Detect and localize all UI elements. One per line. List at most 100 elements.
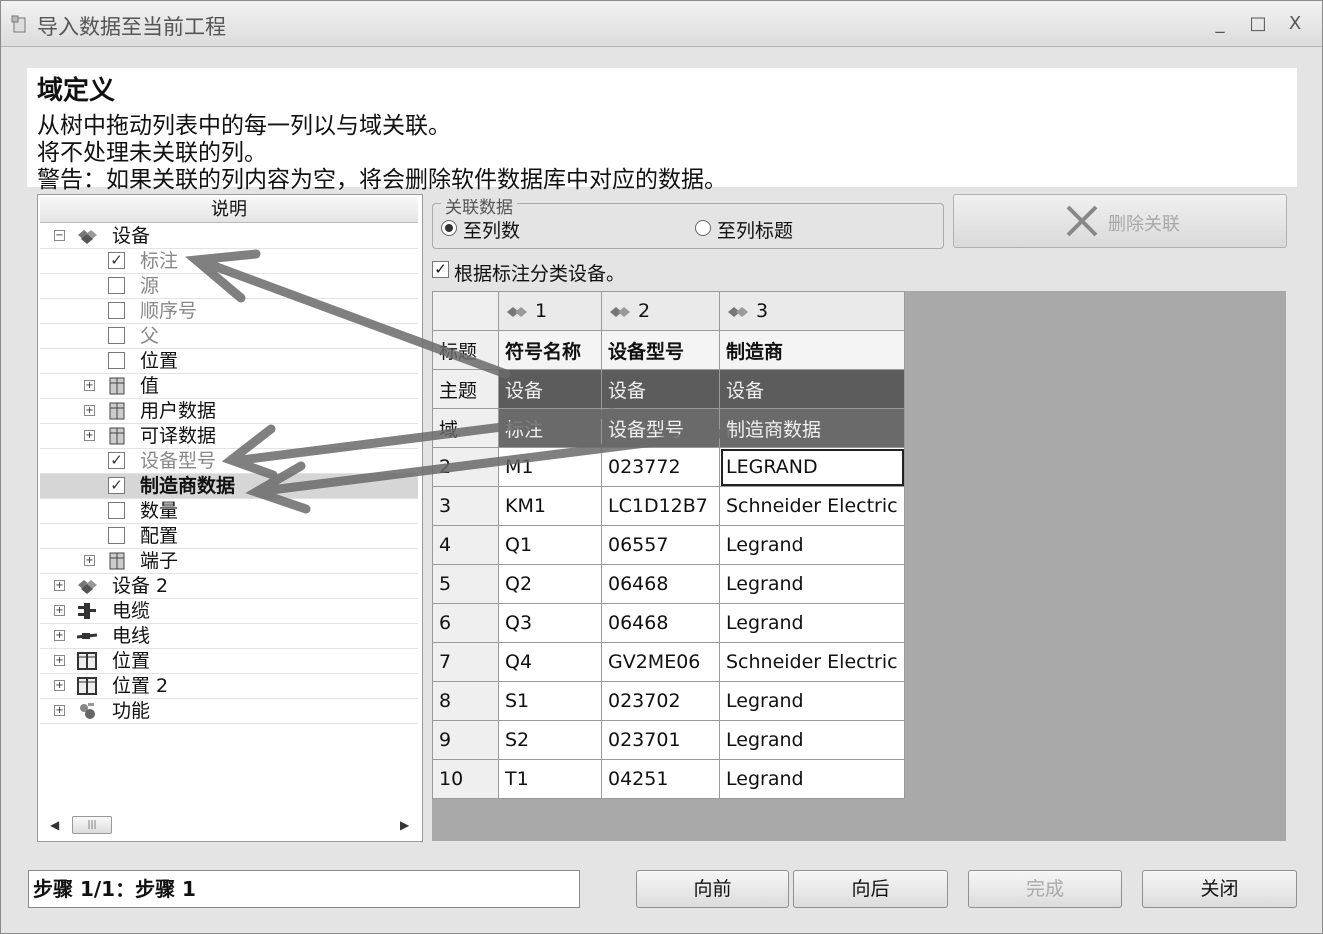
to-titles-label[interactable]: 至列标题 xyxy=(717,216,793,243)
expand-icon[interactable]: + xyxy=(84,555,95,566)
to-columns-radio[interactable] xyxy=(441,220,457,236)
grid-cell[interactable]: M1 xyxy=(498,447,602,487)
to-titles-radio[interactable] xyxy=(695,220,711,236)
configuration-checkbox[interactable] xyxy=(108,527,125,544)
grid-cell[interactable]: Legrand xyxy=(719,525,905,565)
grid-cell[interactable]: Schneider Electric xyxy=(719,642,905,682)
grid-cell[interactable]: GV2ME06 xyxy=(601,642,720,682)
grid-cell[interactable]: Legrand xyxy=(719,564,905,604)
grid-cell[interactable]: 06557 xyxy=(601,525,720,565)
data-grid[interactable]: 1 2 3 标题 符号名称 设备型号 制造商 主题 设备 设备 设备 域 标注 … xyxy=(432,291,905,799)
tree-leaf-designation[interactable]: ✓ 标注 xyxy=(40,249,418,274)
tree-node-location-2[interactable]: + 位置 2 xyxy=(40,674,418,699)
grid-cell[interactable]: KM1 xyxy=(498,486,602,526)
grid-cell[interactable]: 设备型号 xyxy=(601,408,720,448)
grid-cell[interactable]: 制造商数据 xyxy=(719,408,905,448)
grid-cell[interactable]: Q2 xyxy=(498,564,602,604)
grid-cell[interactable]: Schneider Electric xyxy=(719,486,905,526)
expand-icon[interactable]: + xyxy=(54,655,65,666)
grid-cell[interactable]: 023702 xyxy=(601,681,720,721)
tree-node-cable[interactable]: + 电缆 xyxy=(40,599,418,624)
quantity-checkbox[interactable] xyxy=(108,502,125,519)
classify-checkbox[interactable]: ✓ xyxy=(432,261,449,278)
grid-cell[interactable]: 制造商 xyxy=(719,330,905,370)
finish-button[interactable]: 完成 xyxy=(968,870,1122,908)
next-button[interactable]: 向后 xyxy=(793,870,948,908)
delete-link-button[interactable]: 删除关联 xyxy=(953,194,1287,248)
expand-icon[interactable]: + xyxy=(84,380,95,391)
grid-cell[interactable]: Legrand xyxy=(719,720,905,760)
grid-cell[interactable]: S1 xyxy=(498,681,602,721)
designation-checkbox[interactable]: ✓ xyxy=(108,252,125,269)
column-header-2[interactable]: 2 xyxy=(601,291,720,331)
tree-node-function[interactable]: + 功能 xyxy=(40,699,418,724)
close-window-button[interactable]: X xyxy=(1283,13,1307,35)
tree-leaf-sequence[interactable]: 顺序号 xyxy=(40,299,418,324)
tree-node-location[interactable]: + 位置 xyxy=(40,649,418,674)
grid-cell[interactable]: Q1 xyxy=(498,525,602,565)
grid-cell[interactable]: LC1D12B7 xyxy=(601,486,720,526)
expand-icon[interactable]: + xyxy=(54,580,65,591)
grid-cell[interactable]: 设备 xyxy=(601,369,720,409)
field-tree[interactable]: 说明 − 设备 ✓ 标注 源 顺序号 父 位置 + 值 + 用户数据 + 可译数… xyxy=(37,194,423,842)
column-header-3[interactable]: 3 xyxy=(719,291,905,331)
grid-cell[interactable]: Legrand xyxy=(719,759,905,799)
device-model-checkbox[interactable]: ✓ xyxy=(108,452,125,469)
tree-leaf-parent[interactable]: 父 xyxy=(40,324,418,349)
sequence-checkbox[interactable] xyxy=(108,302,125,319)
tree-sub-terminals[interactable]: + 端子 xyxy=(40,549,418,574)
expand-icon[interactable]: + xyxy=(84,430,95,441)
tree-sub-translatable-data[interactable]: + 可译数据 xyxy=(40,424,418,449)
close-button[interactable]: 关闭 xyxy=(1142,870,1297,908)
back-button[interactable]: 向前 xyxy=(636,870,789,908)
tree-leaf-manufacturer-data[interactable]: ✓ 制造商数据 xyxy=(40,474,418,499)
minimize-button[interactable]: _ xyxy=(1208,13,1232,35)
tree-leaf-location[interactable]: 位置 xyxy=(40,349,418,374)
grid-cell[interactable]: 标注 xyxy=(498,408,602,448)
tree-leaf-configuration[interactable]: 配置 xyxy=(40,524,418,549)
tree-node-wire[interactable]: + 电线 xyxy=(40,624,418,649)
tree-node-equipment-2[interactable]: + 设备 2 xyxy=(40,574,418,599)
grid-cell[interactable]: 023772 xyxy=(601,447,720,487)
grid-cell[interactable]: 06468 xyxy=(601,564,720,604)
grid-cell[interactable]: S2 xyxy=(498,720,602,760)
grid-cell[interactable]: LEGRAND xyxy=(719,447,905,487)
grid-cell[interactable]: 023701 xyxy=(601,720,720,760)
tree-leaf-quantity[interactable]: 数量 xyxy=(40,499,418,524)
horizontal-scrollbar[interactable]: ◀ ||| ▶ xyxy=(44,815,416,835)
grid-cell[interactable]: 04251 xyxy=(601,759,720,799)
collapse-icon[interactable]: − xyxy=(54,230,65,241)
grid-cell[interactable]: 设备型号 xyxy=(601,330,720,370)
grid-cell[interactable]: T1 xyxy=(498,759,602,799)
scroll-thumb[interactable]: ||| xyxy=(72,816,112,834)
expand-icon[interactable]: + xyxy=(54,680,65,691)
scroll-right-icon[interactable]: ▶ xyxy=(400,818,409,832)
tree-sub-user-data[interactable]: + 用户数据 xyxy=(40,399,418,424)
column-header-1[interactable]: 1 xyxy=(498,291,602,331)
grid-cell[interactable]: 符号名称 xyxy=(498,330,602,370)
expand-icon[interactable]: + xyxy=(54,630,65,641)
tree-leaf-source[interactable]: 源 xyxy=(40,274,418,299)
to-columns-label[interactable]: 至列数 xyxy=(463,216,520,243)
expand-icon[interactable]: + xyxy=(54,705,65,716)
tree-leaf-device-model[interactable]: ✓ 设备型号 xyxy=(40,449,418,474)
grid-cell[interactable]: Q3 xyxy=(498,603,602,643)
manufacturer-data-checkbox[interactable]: ✓ xyxy=(108,477,125,494)
classify-label[interactable]: 根据标注分类设备。 xyxy=(454,259,625,286)
grid-cell[interactable]: Legrand xyxy=(719,681,905,721)
tree-node-equipment[interactable]: − 设备 xyxy=(40,224,418,249)
grid-cell[interactable]: 06468 xyxy=(601,603,720,643)
parent-checkbox[interactable] xyxy=(108,327,125,344)
source-checkbox[interactable] xyxy=(108,277,125,294)
expand-icon[interactable]: + xyxy=(54,605,65,616)
tree-sub-value[interactable]: + 值 xyxy=(40,374,418,399)
expand-icon[interactable]: + xyxy=(84,405,95,416)
grid-cell[interactable]: Legrand xyxy=(719,603,905,643)
grid-cell[interactable]: Q4 xyxy=(498,642,602,682)
location-checkbox[interactable] xyxy=(108,352,125,369)
grid-cell[interactable]: 设备 xyxy=(498,369,602,409)
grid-cell[interactable]: 设备 xyxy=(719,369,905,409)
scroll-left-icon[interactable]: ◀ xyxy=(50,818,59,832)
maximize-button[interactable]: □ xyxy=(1246,13,1270,35)
tree-column-header[interactable]: 说明 xyxy=(40,197,418,223)
